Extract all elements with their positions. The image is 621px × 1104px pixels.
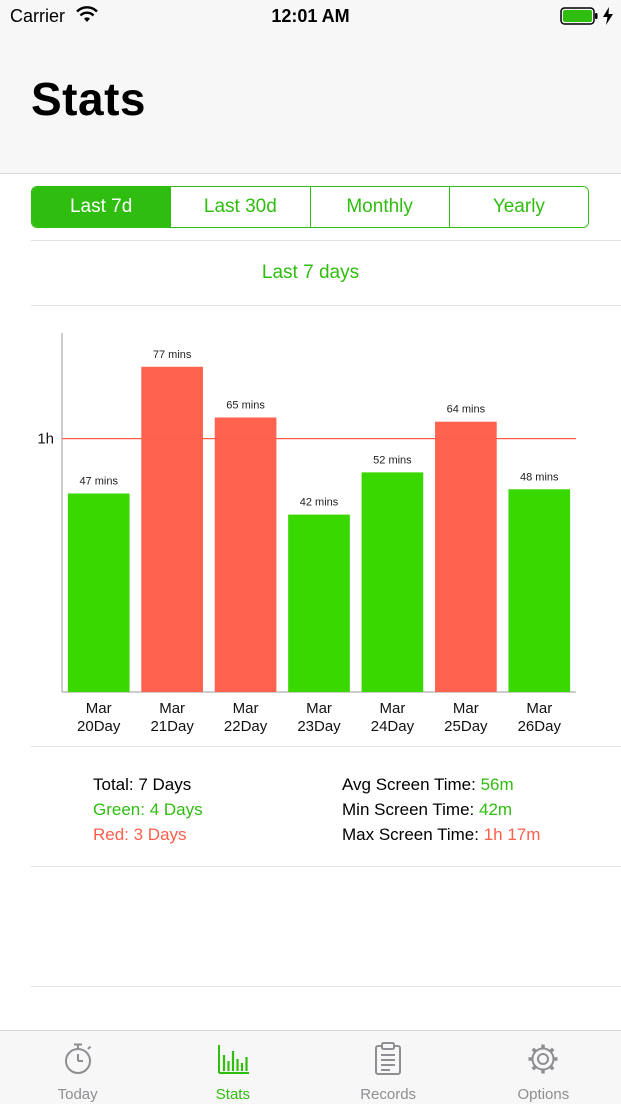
- x-tick-label: Mar: [233, 700, 259, 717]
- status-bar: Carrier 12:01 AM: [0, 0, 621, 34]
- divider: [31, 746, 621, 747]
- min-screen-time-label: Min Screen Time:: [342, 800, 479, 819]
- page-title: Stats: [31, 73, 146, 125]
- bar: [435, 421, 497, 692]
- segment-last-30d[interactable]: Last 30d: [170, 187, 310, 227]
- tab-options-label: Options: [517, 1086, 570, 1103]
- max-screen-time-value: 1h 17m: [483, 825, 541, 844]
- green-days: Green: 4 Days: [93, 800, 203, 819]
- segment-yearly[interactable]: Yearly: [448, 187, 588, 227]
- tab-options[interactable]: Options: [466, 1031, 621, 1104]
- bar: [288, 514, 350, 692]
- summary-screen-time: Avg Screen Time: 56m Min Screen Time: 42…: [342, 772, 540, 847]
- x-tick-label: Mar: [306, 700, 332, 717]
- avg-screen-time-label: Avg Screen Time:: [342, 775, 481, 794]
- divider: [31, 240, 621, 241]
- tab-today-label: Today: [57, 1086, 98, 1103]
- tab-bar: Today Stats Records Options: [0, 1030, 621, 1104]
- x-tick-label: Mar: [380, 700, 406, 717]
- range-label: Last 7 days: [261, 262, 360, 283]
- x-tick-label: 22Day: [224, 718, 268, 735]
- x-tick-label: 21Day: [150, 718, 194, 735]
- bar-value-label: 64 mins: [447, 404, 486, 416]
- tab-records[interactable]: Records: [311, 1031, 466, 1104]
- bar-value-label: 42 mins: [300, 497, 339, 509]
- screen-time-bar-chart: 47 minsMar20Day77 minsMar21Day65 minsMar…: [37, 333, 576, 735]
- bar-value-label: 77 mins: [153, 349, 192, 361]
- tab-records-label: Records: [360, 1086, 417, 1103]
- tab-today[interactable]: Today: [0, 1031, 155, 1104]
- x-tick-label: 26Day: [518, 718, 562, 735]
- bar: [508, 489, 571, 692]
- x-tick-label: 24Day: [371, 718, 415, 735]
- gear-icon: [528, 1044, 558, 1074]
- bar: [141, 366, 203, 692]
- bar: [67, 493, 130, 692]
- x-tick-label: Mar: [453, 700, 479, 717]
- clipboard-icon: [375, 1042, 402, 1075]
- bar-chart-icon: [217, 1045, 249, 1074]
- max-screen-time-label: Max Screen Time:: [342, 825, 484, 844]
- divider: [31, 866, 621, 867]
- summary-days: Total: 7 Days Green: 4 Days Red: 3 Days: [93, 772, 203, 847]
- period-segmented-control: Last 7d Last 30d Monthly Yearly: [31, 186, 589, 228]
- x-tick-label: Mar: [159, 700, 185, 717]
- status-time: 12:01 AM: [271, 6, 350, 26]
- min-screen-time: Min Screen Time: 42m: [342, 797, 540, 822]
- x-tick-label: Mar: [526, 700, 552, 717]
- avg-screen-time-value: 56m: [480, 775, 514, 794]
- battery-icon: [560, 7, 598, 25]
- x-tick-label: 25Day: [444, 718, 488, 735]
- x-tick-label: Mar: [86, 700, 112, 717]
- divider: [31, 986, 621, 987]
- bar-value-label: 65 mins: [226, 399, 265, 411]
- max-screen-time: Max Screen Time: 1h 17m: [342, 822, 540, 847]
- tab-stats-label: Stats: [215, 1086, 250, 1103]
- min-screen-time-value: 42m: [479, 800, 513, 819]
- avg-screen-time: Avg Screen Time: 56m: [342, 772, 540, 797]
- bar-value-label: 52 mins: [373, 454, 412, 466]
- segment-monthly[interactable]: Monthly: [309, 187, 449, 227]
- divider: [31, 305, 621, 306]
- bar-value-label: 47 mins: [79, 475, 118, 487]
- bar-value-label: 48 mins: [520, 471, 559, 483]
- bar: [214, 417, 277, 692]
- bar: [361, 472, 424, 692]
- x-tick-label: 20Day: [77, 718, 121, 735]
- total-days: Total: 7 Days: [93, 775, 192, 794]
- stopwatch-icon: [64, 1043, 91, 1074]
- segment-last-7d[interactable]: Last 7d: [32, 187, 171, 227]
- charging-bolt-icon: [603, 7, 613, 25]
- red-days: Red: 3 Days: [93, 825, 187, 844]
- x-tick-label: 23Day: [297, 718, 341, 735]
- threshold-label: 1h: [37, 431, 54, 448]
- tab-stats[interactable]: Stats: [155, 1031, 310, 1104]
